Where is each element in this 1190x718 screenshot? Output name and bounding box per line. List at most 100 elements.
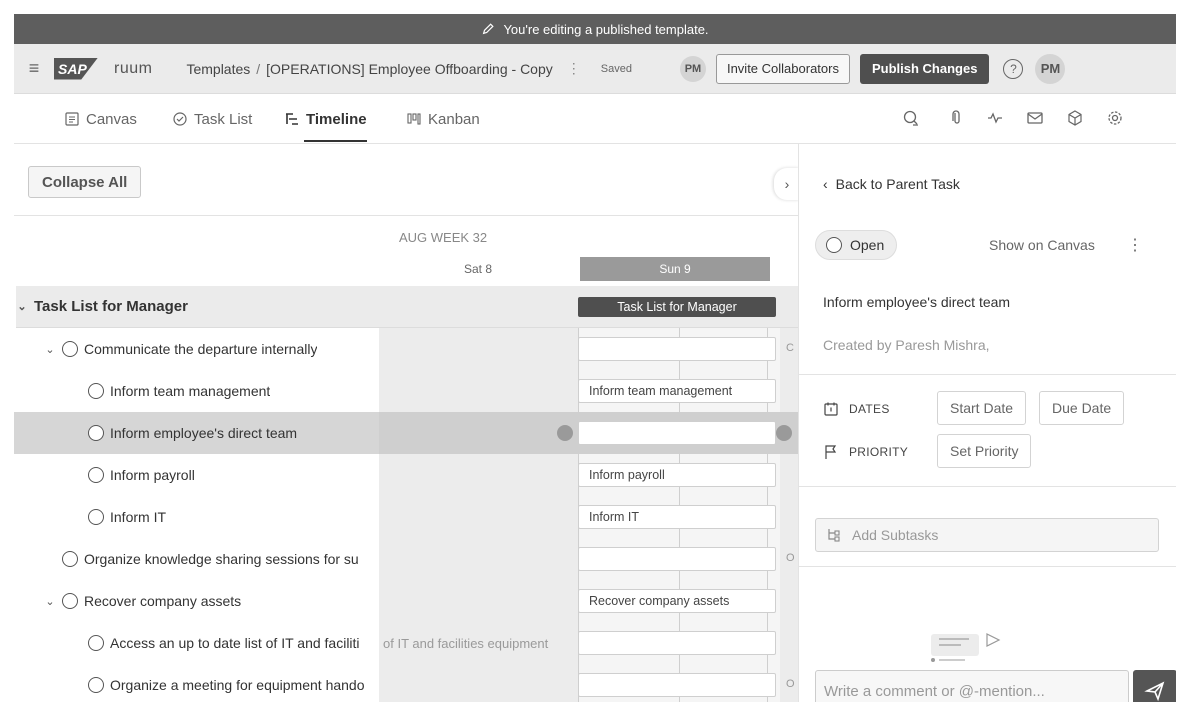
divider xyxy=(799,486,1176,487)
task-checkbox[interactable] xyxy=(88,467,104,483)
priority-text: PRIORITY xyxy=(849,445,909,459)
created-by: Created by Paresh Mishra, xyxy=(823,337,990,353)
timeline-bar[interactable] xyxy=(578,547,776,571)
more-options-icon[interactable]: ⋮ xyxy=(1127,235,1143,255)
task-label: Organize a meeting for equipment hando xyxy=(88,664,378,702)
task-checkbox[interactable] xyxy=(88,383,104,399)
task-name: Access an up to date list of IT and faci… xyxy=(110,635,360,651)
task-name: Communicate the departure internally xyxy=(84,341,318,357)
user-avatar[interactable]: PM xyxy=(1035,53,1066,84)
menu-icon[interactable]: ≡ xyxy=(14,58,54,79)
due-date-button[interactable]: Due Date xyxy=(1039,391,1125,425)
dates-label: DATES xyxy=(823,401,890,417)
settings-icon[interactable] xyxy=(1106,109,1126,129)
tab-canvas-label: Canvas xyxy=(86,110,137,128)
timeline-bar[interactable] xyxy=(578,421,776,445)
task-checkbox[interactable] xyxy=(88,635,104,651)
table-row[interactable]: Organize knowledge sharing sessions for … xyxy=(14,538,798,580)
timeline-bar[interactable] xyxy=(578,337,776,361)
task-title[interactable]: Inform employee's direct team xyxy=(823,294,1010,310)
document-icon xyxy=(65,112,79,126)
table-row[interactable]: ⌄ Communicate the departure internally C xyxy=(14,328,798,370)
comments-icon[interactable] xyxy=(902,109,922,129)
status-circle-icon xyxy=(826,237,842,253)
task-name: Inform employee's direct team xyxy=(110,425,298,441)
chevron-down-icon[interactable]: ⌄ xyxy=(44,343,56,356)
task-checkbox[interactable] xyxy=(88,677,104,693)
task-checkbox[interactable] xyxy=(88,509,104,525)
collapse-all-button[interactable]: Collapse All xyxy=(28,166,142,198)
empty-comments-illustration xyxy=(931,633,1001,662)
status-toggle[interactable]: Open xyxy=(815,230,898,260)
table-row[interactable]: ⌄ Task List for Manager Task List for Ma… xyxy=(14,286,1176,328)
attachment-icon[interactable] xyxy=(948,109,968,129)
more-options-icon[interactable]: ⋮ xyxy=(567,60,581,77)
task-name: Recover company assets xyxy=(84,593,242,609)
section-title: Task List for Manager xyxy=(34,298,188,315)
table-row[interactable]: Inform team management Inform team manag… xyxy=(14,370,798,412)
tab-kanban-label: Kanban xyxy=(428,110,480,128)
table-row[interactable]: Inform employee's direct team xyxy=(14,412,798,454)
divider xyxy=(799,566,1176,567)
collaborator-avatar[interactable]: PM xyxy=(679,55,706,82)
send-button[interactable] xyxy=(1133,670,1176,702)
link-icon[interactable] xyxy=(776,425,792,441)
table-row[interactable]: ⌄ Recover company assets Recover company… xyxy=(14,580,798,622)
chevron-down-icon[interactable]: ⌄ xyxy=(16,300,28,313)
timeline-bar[interactable] xyxy=(578,631,776,655)
timeline-bar[interactable]: Recover company assets xyxy=(578,589,776,613)
status-label: Open xyxy=(850,237,885,253)
timeline-bar[interactable]: Inform team management xyxy=(578,379,776,403)
tab-task-list[interactable]: Task List xyxy=(172,94,252,144)
start-date-button[interactable]: Start Date xyxy=(937,391,1027,425)
timeline-bar[interactable]: Inform IT xyxy=(578,505,776,529)
set-priority-button[interactable]: Set Priority xyxy=(937,434,1032,468)
task-checkbox[interactable] xyxy=(62,593,78,609)
tab-kanban[interactable]: Kanban xyxy=(406,94,480,144)
task-checkbox[interactable] xyxy=(62,551,78,567)
mail-icon[interactable] xyxy=(1026,109,1046,129)
help-icon[interactable]: ? xyxy=(1003,58,1024,79)
task-name: Inform team management xyxy=(110,383,271,399)
dates-text: DATES xyxy=(849,402,890,416)
task-checkbox[interactable] xyxy=(62,341,78,357)
table-row[interactable]: Organize a meeting for equipment hando O xyxy=(14,664,798,702)
chevron-right-icon[interactable]: › xyxy=(774,168,800,200)
chevron-down-icon[interactable]: ⌄ xyxy=(44,595,56,608)
task-name: Inform payroll xyxy=(110,467,195,483)
flag-icon xyxy=(825,445,837,459)
timeline-bar[interactable] xyxy=(578,673,776,697)
kanban-icon xyxy=(407,113,421,125)
add-subtasks-input[interactable]: Add Subtasks xyxy=(815,518,1159,552)
link-icon[interactable] xyxy=(557,425,573,441)
task-label: Inform employee's direct team xyxy=(88,412,297,454)
show-on-canvas-link[interactable]: Show on Canvas xyxy=(989,237,1095,253)
back-to-parent-button[interactable]: ‹ Back to Parent Task xyxy=(823,176,960,192)
invite-collaborators-button[interactable]: Invite Collaborators xyxy=(715,53,850,84)
breadcrumb-current[interactable]: [OPERATIONS] Employee Offboarding - Copy xyxy=(266,61,553,77)
bar-overflow-text: of IT and facilities equipment xyxy=(383,635,549,651)
priority-label: PRIORITY xyxy=(823,444,908,460)
tab-timeline-label: Timeline xyxy=(306,110,367,128)
comment-input[interactable]: Write a comment or @-mention... xyxy=(815,670,1129,702)
timeline-bar[interactable]: Inform payroll xyxy=(578,463,776,487)
table-row[interactable]: Inform IT Inform IT xyxy=(14,496,798,538)
timeline-bar[interactable]: Task List for Manager xyxy=(578,297,776,317)
package-icon[interactable] xyxy=(1066,109,1086,129)
send-icon xyxy=(1144,681,1165,702)
activity-icon[interactable] xyxy=(986,109,1006,129)
task-label: Access an up to date list of IT and faci… xyxy=(88,622,378,664)
publish-changes-button[interactable]: Publish Changes xyxy=(859,53,990,84)
timeline-toolbar: Collapse All › xyxy=(14,144,800,216)
table-row[interactable]: Inform payroll Inform payroll xyxy=(14,454,798,496)
product-name: ruum xyxy=(114,59,153,77)
day-sun: Sun 9 xyxy=(580,257,770,281)
divider xyxy=(799,374,1176,375)
task-label: Inform IT xyxy=(88,496,166,538)
tab-canvas[interactable]: Canvas xyxy=(64,94,137,144)
tab-timeline[interactable]: Timeline xyxy=(284,94,367,144)
timeline-header: AUG WEEK 32 Sat 8 Sun 9 xyxy=(379,216,799,286)
task-checkbox[interactable] xyxy=(88,425,104,441)
breadcrumb-templates[interactable]: Templates xyxy=(186,61,250,77)
table-row[interactable]: Access an up to date list of IT and faci… xyxy=(14,622,798,664)
